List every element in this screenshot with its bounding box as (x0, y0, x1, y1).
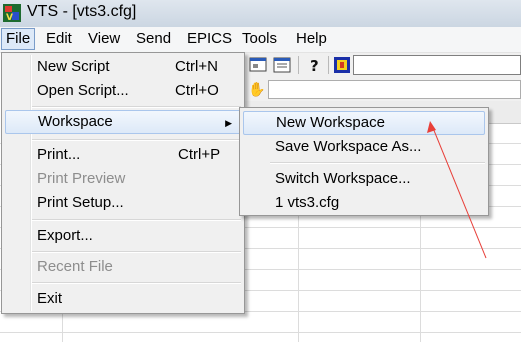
menu-item-label: Exit (37, 290, 63, 307)
toolbar-separator (328, 56, 329, 74)
menu-item-recent-workspace[interactable]: 1 vts3.cfg (243, 191, 485, 215)
menu-send[interactable]: Send (132, 29, 175, 49)
menu-item-print-setup[interactable]: Print Setup... (5, 191, 241, 215)
menu-item-label: 1 vts3.cfg (275, 194, 340, 211)
filter-field[interactable] (268, 80, 521, 99)
help-icon[interactable]: ? (304, 55, 324, 75)
menu-view[interactable]: View (84, 29, 124, 49)
hand-icon[interactable]: ✋ (248, 81, 265, 98)
menu-separator (32, 106, 241, 108)
menu-epics[interactable]: EPICS (183, 29, 236, 49)
menu-help[interactable]: Help (292, 29, 331, 49)
window-title: VTS - [vts3.cfg] (27, 3, 137, 20)
menu-file[interactable]: File (1, 28, 36, 50)
menu-item-shortcut: Ctrl+P (178, 146, 221, 163)
menu-item-label: Save Workspace As... (275, 138, 422, 155)
menu-item-shortcut: Ctrl+O (175, 82, 219, 99)
workspace-submenu: New Workspace Save Workspace As... Switc… (239, 107, 489, 216)
menu-item-switch-workspace[interactable]: Switch Workspace... (243, 167, 485, 191)
menu-item-label: Recent File (37, 258, 113, 275)
menu-item-open-script[interactable]: Open Script... Ctrl+O (5, 79, 241, 103)
list-icon[interactable] (272, 55, 292, 75)
menu-item-print-preview[interactable]: Print Preview (5, 167, 241, 191)
menu-item-label: Workspace (38, 113, 113, 130)
vts-app-icon: V (3, 4, 21, 23)
menu-item-recent-file[interactable]: Recent File (5, 255, 241, 279)
menu-bar: File Edit View Send EPICS Tools Help (0, 27, 521, 53)
menu-item-label: New Script (37, 58, 110, 75)
grid-line (0, 332, 521, 333)
menu-item-label: Print Setup... (37, 194, 124, 211)
menu-item-label: Print... (37, 146, 81, 163)
menu-item-label: Export... (37, 227, 93, 244)
menu-item-label: Switch Workspace... (275, 170, 411, 187)
menu-item-label: Print Preview (37, 170, 126, 187)
submenu-arrow-icon: ▶ (225, 118, 232, 128)
menu-item-shortcut: Ctrl+N (175, 58, 218, 75)
menu-separator (32, 139, 241, 141)
menu-item-print[interactable]: Print... Ctrl+P (5, 143, 241, 167)
title-bar: V VTS - [vts3.cfg] (0, 0, 521, 28)
secondary-toolbar: ✋ (240, 79, 521, 101)
about-icon[interactable] (332, 55, 352, 75)
menu-item-label: New Workspace (276, 114, 385, 131)
menu-edit[interactable]: Edit (42, 29, 76, 49)
menu-item-exit[interactable]: Exit (5, 287, 241, 311)
menu-item-save-workspace-as[interactable]: Save Workspace As... (243, 135, 485, 159)
menu-item-new-workspace[interactable]: New Workspace (243, 111, 485, 135)
file-menu: New Script Ctrl+N Open Script... Ctrl+O … (1, 52, 245, 314)
menu-item-new-script[interactable]: New Script Ctrl+N (5, 55, 241, 79)
menu-separator (32, 219, 241, 221)
menu-separator (270, 162, 485, 164)
menu-item-workspace[interactable]: Workspace ▶ (5, 110, 241, 134)
toolbar-input[interactable] (353, 55, 521, 75)
svg-text:?: ? (310, 57, 319, 75)
menu-item-export[interactable]: Export... (5, 224, 241, 248)
toolbar-separator (298, 56, 299, 74)
menu-item-label: Open Script... (37, 82, 129, 99)
menu-tools[interactable]: Tools (238, 29, 281, 49)
window-icon[interactable] (248, 55, 268, 75)
menu-separator (32, 282, 241, 284)
svg-text:V: V (6, 13, 13, 23)
menu-separator (32, 251, 241, 253)
